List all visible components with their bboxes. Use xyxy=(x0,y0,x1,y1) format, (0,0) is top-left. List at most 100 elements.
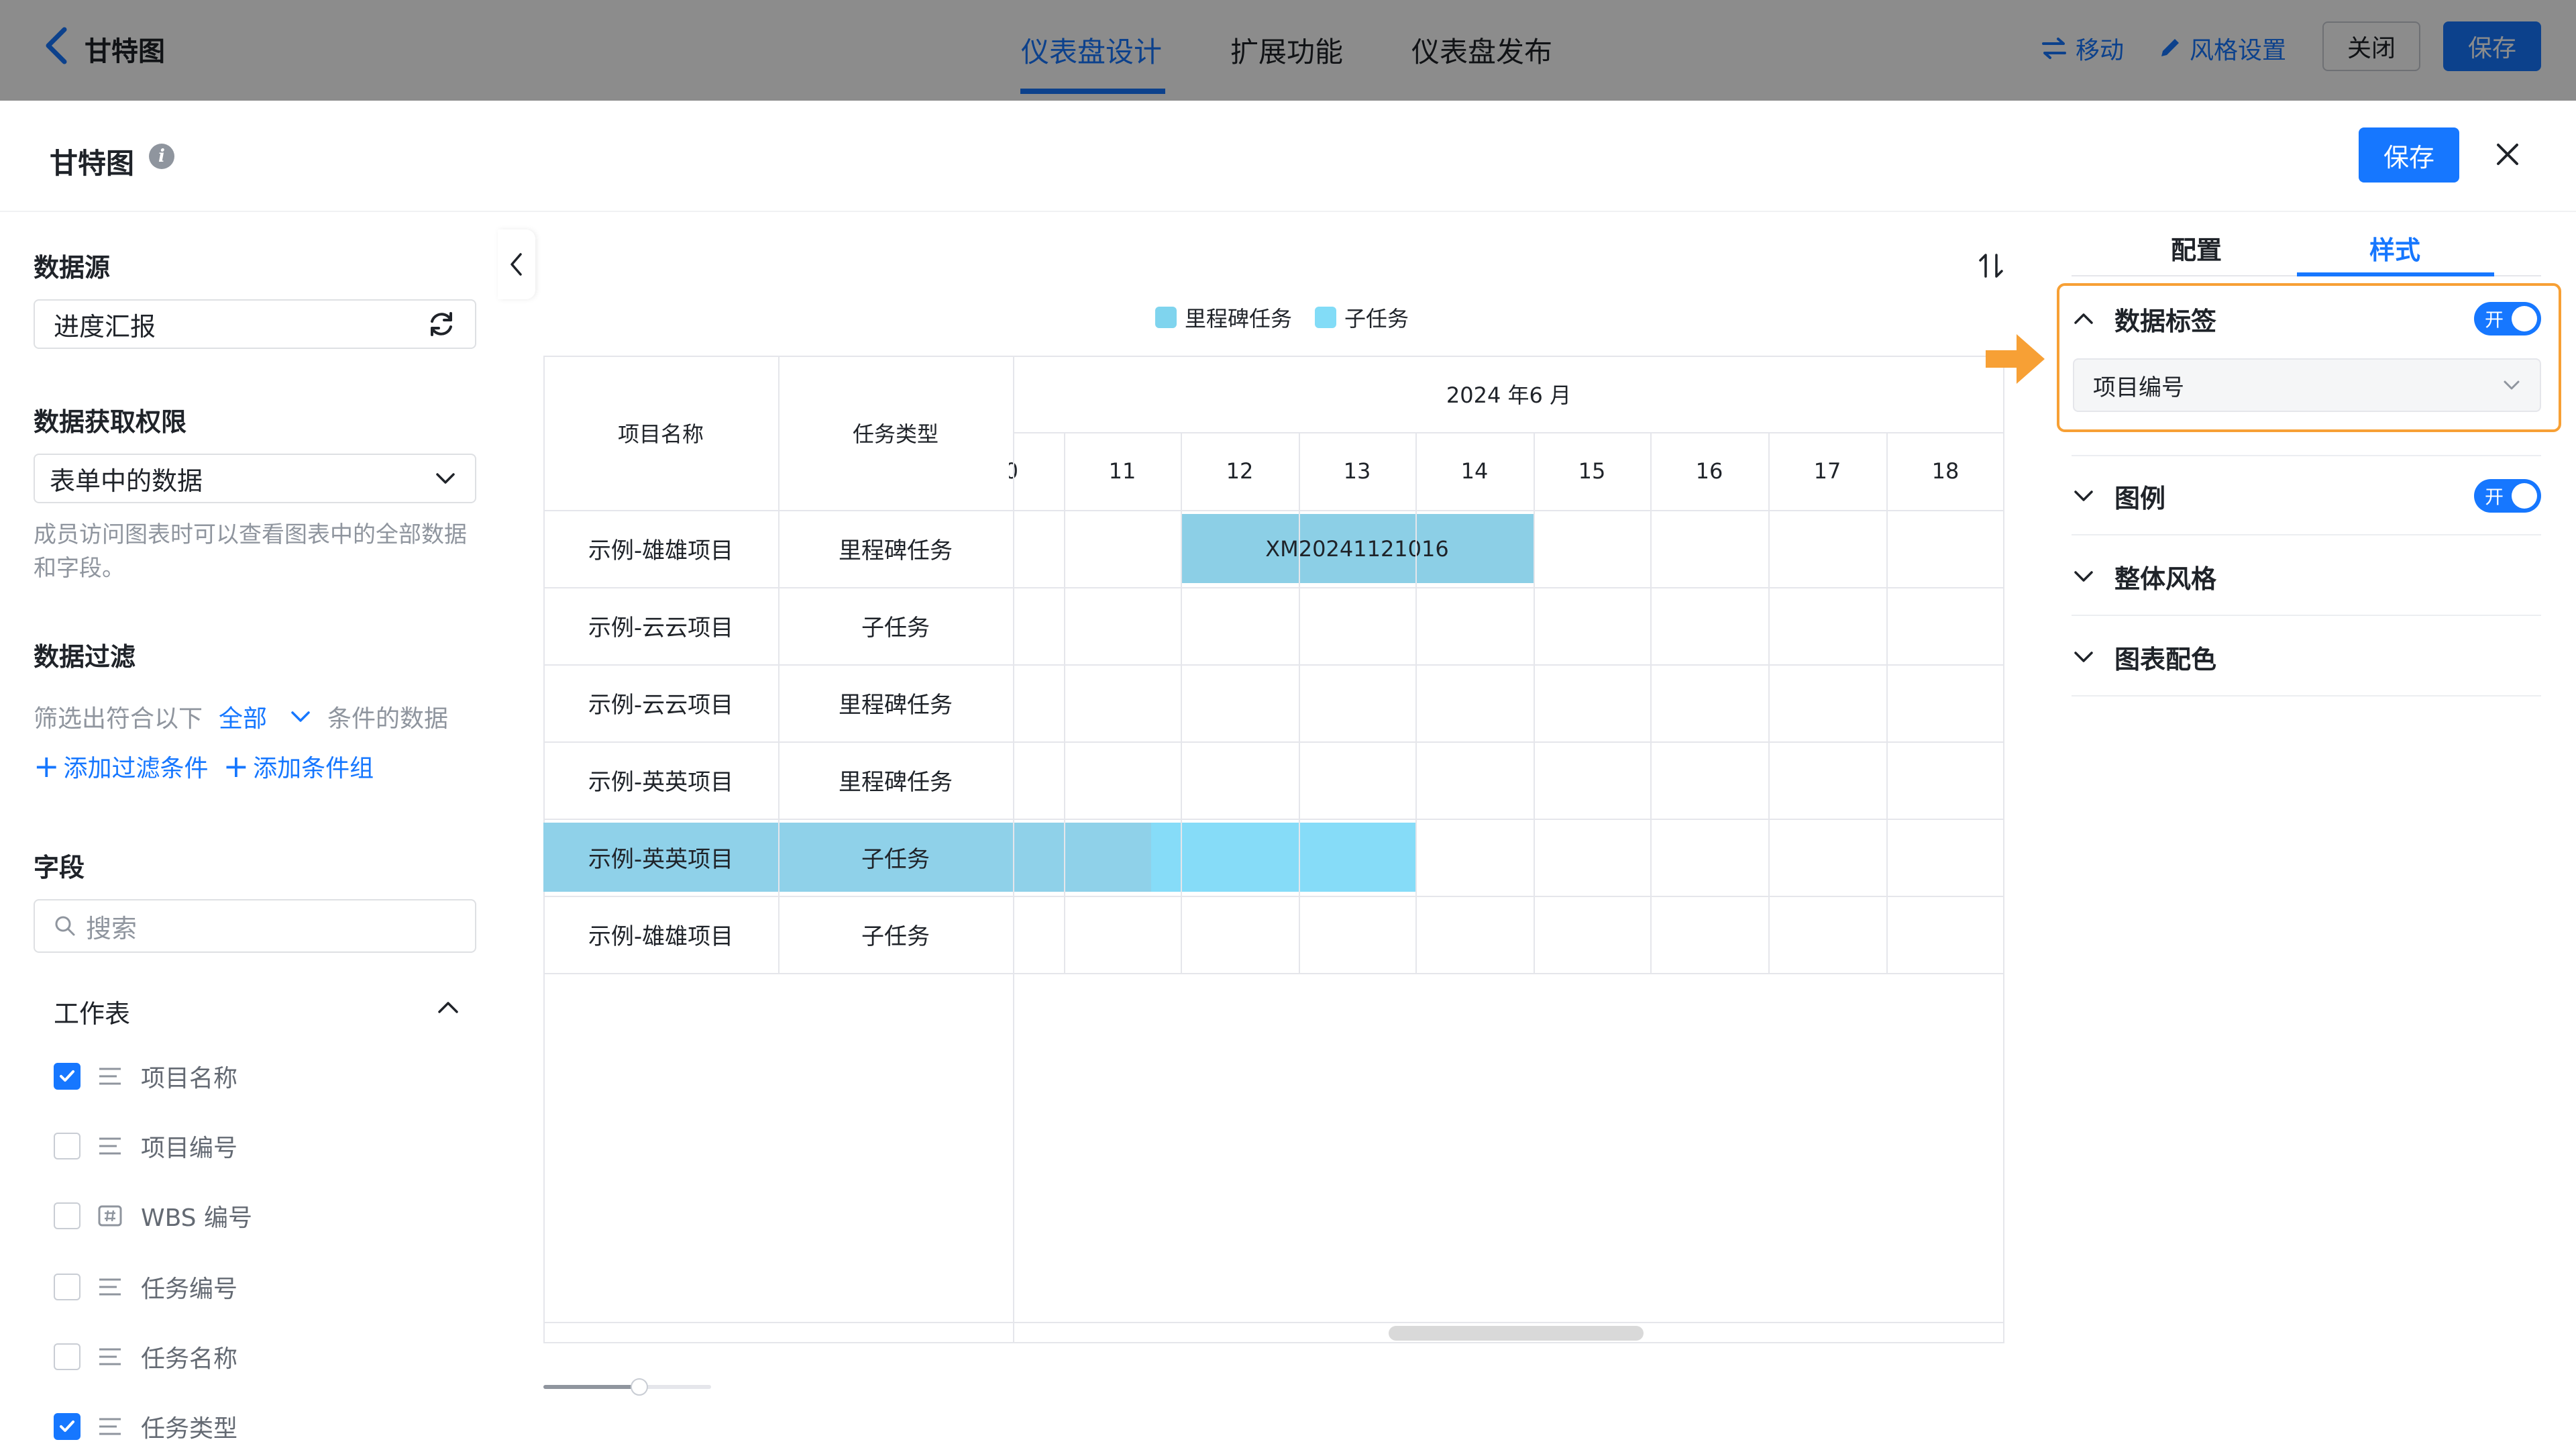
field-checkbox[interactable] xyxy=(54,1413,80,1440)
data-label-title: 数据标签 xyxy=(2114,306,2217,336)
field-label: 任务名称 xyxy=(141,1345,238,1373)
tab-active-underline xyxy=(2297,272,2494,276)
chevron-left-icon xyxy=(511,253,522,276)
field-checkbox[interactable] xyxy=(54,1202,80,1229)
field-search-input[interactable]: 搜索 xyxy=(34,899,476,953)
collapse-panel-button[interactable] xyxy=(498,229,535,299)
legend-section[interactable]: 图例 开 xyxy=(2072,472,2541,519)
data-label-toggle[interactable]: 开 xyxy=(2474,302,2541,335)
field-item[interactable]: 项目编号 xyxy=(54,1126,237,1166)
table-cell-project: 示例-云云项目 xyxy=(588,615,734,641)
worksheet-group-label[interactable]: 工作表 xyxy=(54,993,130,1030)
overall-style-title: 整体风格 xyxy=(2114,564,2217,594)
legend-item-subtask[interactable]: 子任务 xyxy=(1315,302,1409,333)
filter-prefix: 筛选出符合以下 xyxy=(34,705,203,733)
add-filter-label: 添加过滤条件 xyxy=(63,755,209,782)
search-placeholder: 搜索 xyxy=(86,913,138,943)
field-label: WBS 编号 xyxy=(141,1204,252,1232)
field-checkbox[interactable] xyxy=(54,1343,80,1370)
field-label: 任务编号 xyxy=(141,1276,238,1303)
toggle-knob xyxy=(2512,483,2537,509)
plus-icon: + xyxy=(223,748,250,784)
data-label-field-select[interactable]: 项目编号 xyxy=(2073,358,2541,412)
day-header: 18 xyxy=(1931,458,1960,484)
day-header: 17 xyxy=(1813,458,1841,484)
chevron-down-icon xyxy=(2074,571,2093,582)
table-cell-type: 里程碑任务 xyxy=(839,537,953,564)
toggle-knob xyxy=(2512,306,2537,331)
overall-style-section[interactable]: 整体风格 xyxy=(2072,553,2541,600)
refresh-icon[interactable] xyxy=(427,309,456,339)
check-icon xyxy=(60,1420,74,1432)
field-item[interactable]: 任务名称 xyxy=(54,1337,237,1377)
number-icon xyxy=(97,1202,123,1229)
day-header: 13 xyxy=(1343,458,1371,484)
grid-line xyxy=(1768,432,1770,973)
legend-toggle[interactable]: 开 xyxy=(2474,479,2541,513)
filter-mode-select[interactable]: 全部 xyxy=(219,699,267,734)
datasource-value: 进度汇报 xyxy=(54,311,156,342)
chart-color-section[interactable]: 图表配色 xyxy=(2072,633,2541,680)
column-header-type: 任务类型 xyxy=(852,421,938,447)
day-header: 15 xyxy=(1578,458,1606,484)
field-item[interactable]: 任务类型 xyxy=(54,1406,237,1447)
filter-condition-line: 筛选出符合以下 全部 条件的数据 xyxy=(34,699,448,734)
chart-color-title: 图表配色 xyxy=(2114,644,2217,674)
legend-swatch-subtask xyxy=(1315,307,1337,328)
modal-save-button[interactable]: 保存 xyxy=(2359,127,2459,183)
day-header: 11 xyxy=(1108,458,1136,484)
modal-overlay xyxy=(0,0,2576,101)
permission-hint: 成员访问图表时可以查看图表中的全部数据和字段。 xyxy=(34,521,467,582)
chevron-up-icon xyxy=(2074,313,2093,324)
month-header: 2024 年6 月 xyxy=(1446,382,1572,408)
grid-line xyxy=(1299,432,1300,973)
field-item[interactable]: 任务编号 xyxy=(54,1267,237,1307)
add-group-button[interactable]: + 添加条件组 xyxy=(223,749,374,784)
legend-label-milestone: 里程碑任务 xyxy=(1185,306,1293,331)
legend-section-title: 图例 xyxy=(2114,483,2166,513)
data-label-section[interactable]: 数据标签 开 xyxy=(2072,295,2541,342)
field-checkbox[interactable] xyxy=(54,1133,80,1159)
horizontal-scrollbar[interactable] xyxy=(1389,1326,1644,1341)
chevron-up-icon[interactable] xyxy=(436,997,460,1017)
zoom-slider-handle[interactable] xyxy=(631,1378,648,1396)
plus-icon: + xyxy=(34,748,60,784)
fields-title: 字段 xyxy=(34,853,85,882)
tab-style[interactable]: 样式 xyxy=(2369,229,2420,266)
grid-line xyxy=(543,973,2004,974)
table-cell-type: 子任务 xyxy=(861,846,930,873)
close-icon[interactable] xyxy=(2491,138,2524,170)
datasource-title: 数据源 xyxy=(34,253,111,282)
table-cell-project: 示例-英英项目 xyxy=(588,769,734,796)
table-cell-project: 示例-云云项目 xyxy=(588,692,734,719)
info-icon[interactable]: i xyxy=(149,144,174,169)
table-cell-type: 子任务 xyxy=(861,923,930,950)
sort-icon[interactable] xyxy=(1975,250,2007,282)
add-filter-button[interactable]: + 添加过滤条件 xyxy=(34,749,209,784)
day-header: 16 xyxy=(1695,458,1723,484)
gantt-bar-subtask[interactable] xyxy=(1151,823,1415,892)
section-divider xyxy=(2072,695,2541,696)
field-item[interactable]: WBS 编号 xyxy=(54,1196,252,1236)
field-label: 项目编号 xyxy=(141,1135,238,1162)
datasource-select[interactable]: 进度汇报 xyxy=(34,299,476,349)
chevron-down-icon[interactable] xyxy=(290,709,311,724)
permission-select[interactable]: 表单中的数据 xyxy=(34,454,476,503)
modal-header xyxy=(0,101,2576,212)
data-label-field-value: 项目编号 xyxy=(2093,374,2184,401)
field-item[interactable]: 项目名称 xyxy=(54,1056,237,1096)
legend-item-milestone[interactable]: 里程碑任务 xyxy=(1155,302,1292,333)
search-icon xyxy=(55,916,75,936)
field-checkbox[interactable] xyxy=(54,1274,80,1300)
table-cell-project: 示例-雄雄项目 xyxy=(588,537,734,564)
column-header-project: 项目名称 xyxy=(617,421,704,447)
permission-value: 表单中的数据 xyxy=(50,466,203,496)
field-checkbox[interactable] xyxy=(54,1063,80,1090)
modal-title: 甘特图 xyxy=(50,147,135,180)
filter-title: 数据过滤 xyxy=(34,642,136,672)
tab-config[interactable]: 配置 xyxy=(2171,229,2222,266)
filter-suffix: 条件的数据 xyxy=(327,705,449,733)
chart-legend: 里程碑任务 子任务 xyxy=(1155,302,1409,333)
gantt-bar-milestone[interactable]: XM20241121016 xyxy=(1181,514,1534,583)
zoom-slider-fill xyxy=(543,1385,637,1389)
